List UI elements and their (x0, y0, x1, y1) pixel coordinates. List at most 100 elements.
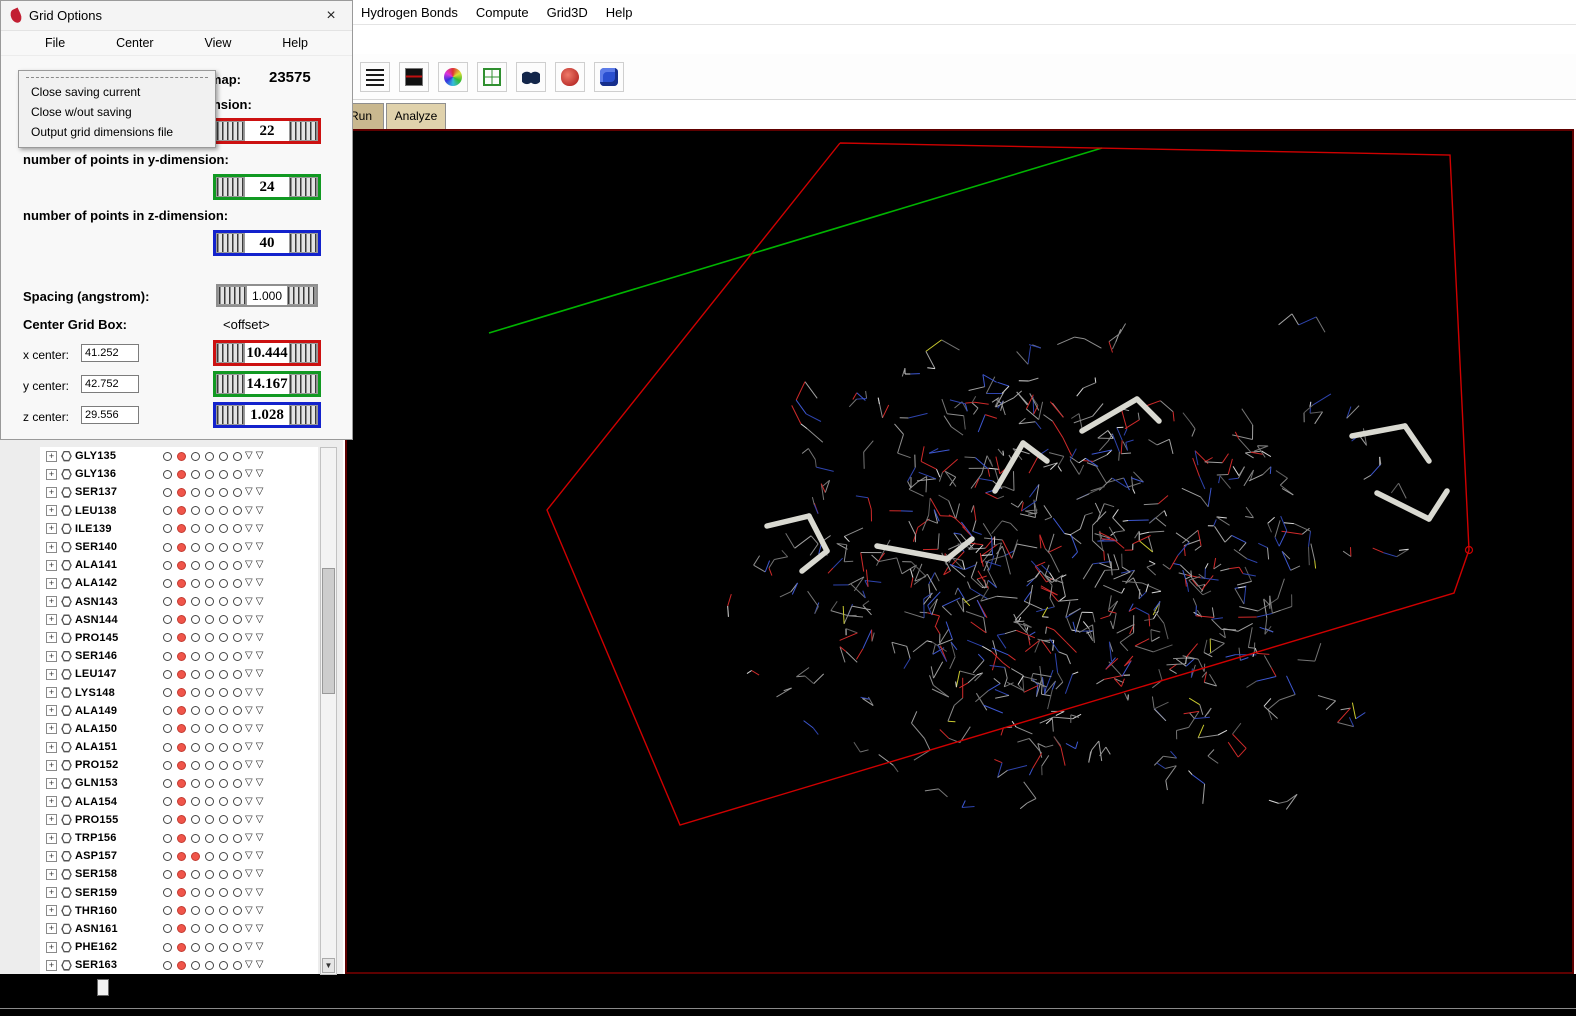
radio-dot-selected[interactable] (177, 778, 186, 788)
radio-dot[interactable] (219, 469, 228, 479)
frame-slider-handle[interactable] (97, 979, 109, 996)
radio-dot-selected[interactable] (177, 851, 186, 861)
radio-dot[interactable] (219, 542, 228, 552)
radio-dot[interactable] (219, 633, 228, 643)
radio-dot[interactable] (233, 469, 242, 479)
residue-row[interactable]: + THR160 ▽ ▽ (40, 902, 318, 920)
residue-row[interactable]: + SER140 ▽ ▽ (40, 538, 318, 556)
expand-icon[interactable]: + (46, 705, 57, 717)
residue-scrollbar[interactable]: ▼ (320, 447, 337, 975)
expand-icon[interactable]: + (46, 668, 57, 680)
triangle-down-icon[interactable]: ▽ (245, 451, 253, 461)
radio-dot-selected[interactable] (177, 869, 186, 879)
expand-icon[interactable]: + (46, 905, 57, 917)
radio-dot[interactable] (163, 597, 172, 607)
radio-dot[interactable] (191, 869, 200, 879)
radio-dot[interactable] (191, 815, 200, 825)
radio-dot-selected[interactable] (177, 506, 186, 516)
residue-row[interactable]: + ASN143 ▽ ▽ (40, 593, 318, 611)
menu-item-close-saving-current[interactable]: Close saving current (19, 82, 215, 102)
dialog-menu-view[interactable]: View (205, 36, 232, 50)
scrollbar-thumb[interactable] (322, 568, 335, 694)
thumbwheel-stripes[interactable] (216, 405, 245, 425)
radio-dot[interactable] (219, 651, 228, 661)
radio-dot[interactable] (205, 851, 214, 861)
menu-tearoff-line[interactable] (26, 77, 208, 78)
radio-dot[interactable] (205, 906, 214, 916)
radio-dot[interactable] (219, 888, 228, 898)
x-offset-thumbwheel[interactable]: 10.444 (213, 340, 321, 366)
radio-dot[interactable] (205, 833, 214, 843)
triangle-down-icon[interactable]: ▽ (256, 578, 264, 588)
radio-dot[interactable] (233, 651, 242, 661)
radio-dot[interactable] (191, 615, 200, 625)
color-sphere-icon[interactable] (438, 61, 468, 92)
expand-icon[interactable]: + (46, 850, 57, 862)
radio-dot[interactable] (163, 451, 172, 461)
radio-dot[interactable] (163, 869, 172, 879)
thumbwheel-stripes[interactable] (216, 177, 245, 197)
expand-icon[interactable]: + (46, 759, 57, 771)
radio-dot[interactable] (219, 487, 228, 497)
radio-dot[interactable] (163, 560, 172, 570)
menubar-item-hydrogen-bonds[interactable]: Hydrogen Bonds (352, 5, 467, 20)
radio-dot[interactable] (191, 797, 200, 807)
radio-dot[interactable] (205, 924, 214, 934)
radio-dot[interactable] (233, 888, 242, 898)
residue-row[interactable]: + GLN153 ▽ ▽ (40, 774, 318, 792)
thumbwheel-stripes[interactable] (216, 374, 245, 394)
radio-dot-selected[interactable] (177, 669, 186, 679)
x-dim-thumbwheel[interactable]: 22 (213, 118, 321, 144)
residue-row[interactable]: + ASN161 ▽ ▽ (40, 920, 318, 938)
radio-dot[interactable] (233, 960, 242, 970)
radio-dot[interactable] (233, 778, 242, 788)
radio-dot[interactable] (191, 960, 200, 970)
radio-dot[interactable] (233, 633, 242, 643)
triangle-down-icon[interactable]: ▽ (256, 760, 264, 770)
radio-dot-selected[interactable] (177, 888, 186, 898)
radio-dot[interactable] (191, 688, 200, 698)
residue-row[interactable]: + GLY136 ▽ ▽ (40, 465, 318, 483)
residue-row[interactable]: + ALA149 ▽ ▽ (40, 702, 318, 720)
thumbwheel-stripes[interactable] (218, 286, 247, 305)
radio-dot[interactable] (191, 742, 200, 752)
radio-dot[interactable] (219, 724, 228, 734)
radio-dot[interactable] (205, 688, 214, 698)
radio-dot-selected[interactable] (177, 560, 186, 570)
radio-dot[interactable] (163, 633, 172, 643)
expand-icon[interactable]: + (46, 596, 57, 608)
triangle-down-icon[interactable]: ▽ (245, 742, 253, 752)
residue-row[interactable]: + ALA150 ▽ ▽ (40, 720, 318, 738)
triangle-down-icon[interactable]: ▽ (256, 487, 264, 497)
radio-dot[interactable] (233, 833, 242, 843)
radio-dot-selected[interactable] (177, 615, 186, 625)
radio-dot[interactable] (163, 506, 172, 516)
radio-dot[interactable] (219, 924, 228, 934)
residue-row[interactable]: + GLY135 ▽ ▽ (40, 447, 318, 465)
triangle-down-icon[interactable]: ▽ (245, 596, 253, 607)
radio-dot-selected[interactable] (177, 688, 186, 698)
residue-row[interactable]: + ALA151 ▽ ▽ (40, 738, 318, 756)
expand-icon[interactable]: + (46, 923, 57, 935)
triangle-down-icon[interactable]: ▽ (256, 505, 264, 516)
expand-icon[interactable]: + (46, 650, 57, 662)
radio-dot[interactable] (233, 724, 242, 734)
menu-item-output-grid-dimensions-file[interactable]: Output grid dimensions file (19, 122, 215, 142)
radio-dot[interactable] (205, 615, 214, 625)
expand-icon[interactable]: + (46, 796, 57, 808)
y-dim-thumbwheel[interactable]: 24 (213, 174, 321, 200)
isosurface-icon[interactable] (555, 61, 585, 92)
radio-dot[interactable] (219, 851, 228, 861)
triangle-down-icon[interactable]: ▽ (245, 505, 253, 516)
radio-dot-selected[interactable] (177, 524, 186, 534)
radio-dot-selected[interactable] (177, 960, 186, 970)
radio-dot[interactable] (219, 560, 228, 570)
expand-icon[interactable]: + (46, 577, 57, 589)
triangle-down-icon[interactable]: ▽ (245, 905, 253, 916)
x-center-input[interactable] (81, 344, 139, 362)
radio-dot[interactable] (219, 833, 228, 843)
radio-dot[interactable] (219, 615, 228, 625)
radio-dot-selected[interactable] (191, 851, 200, 861)
radio-dot[interactable] (163, 615, 172, 625)
triangle-down-icon[interactable]: ▽ (256, 796, 264, 807)
